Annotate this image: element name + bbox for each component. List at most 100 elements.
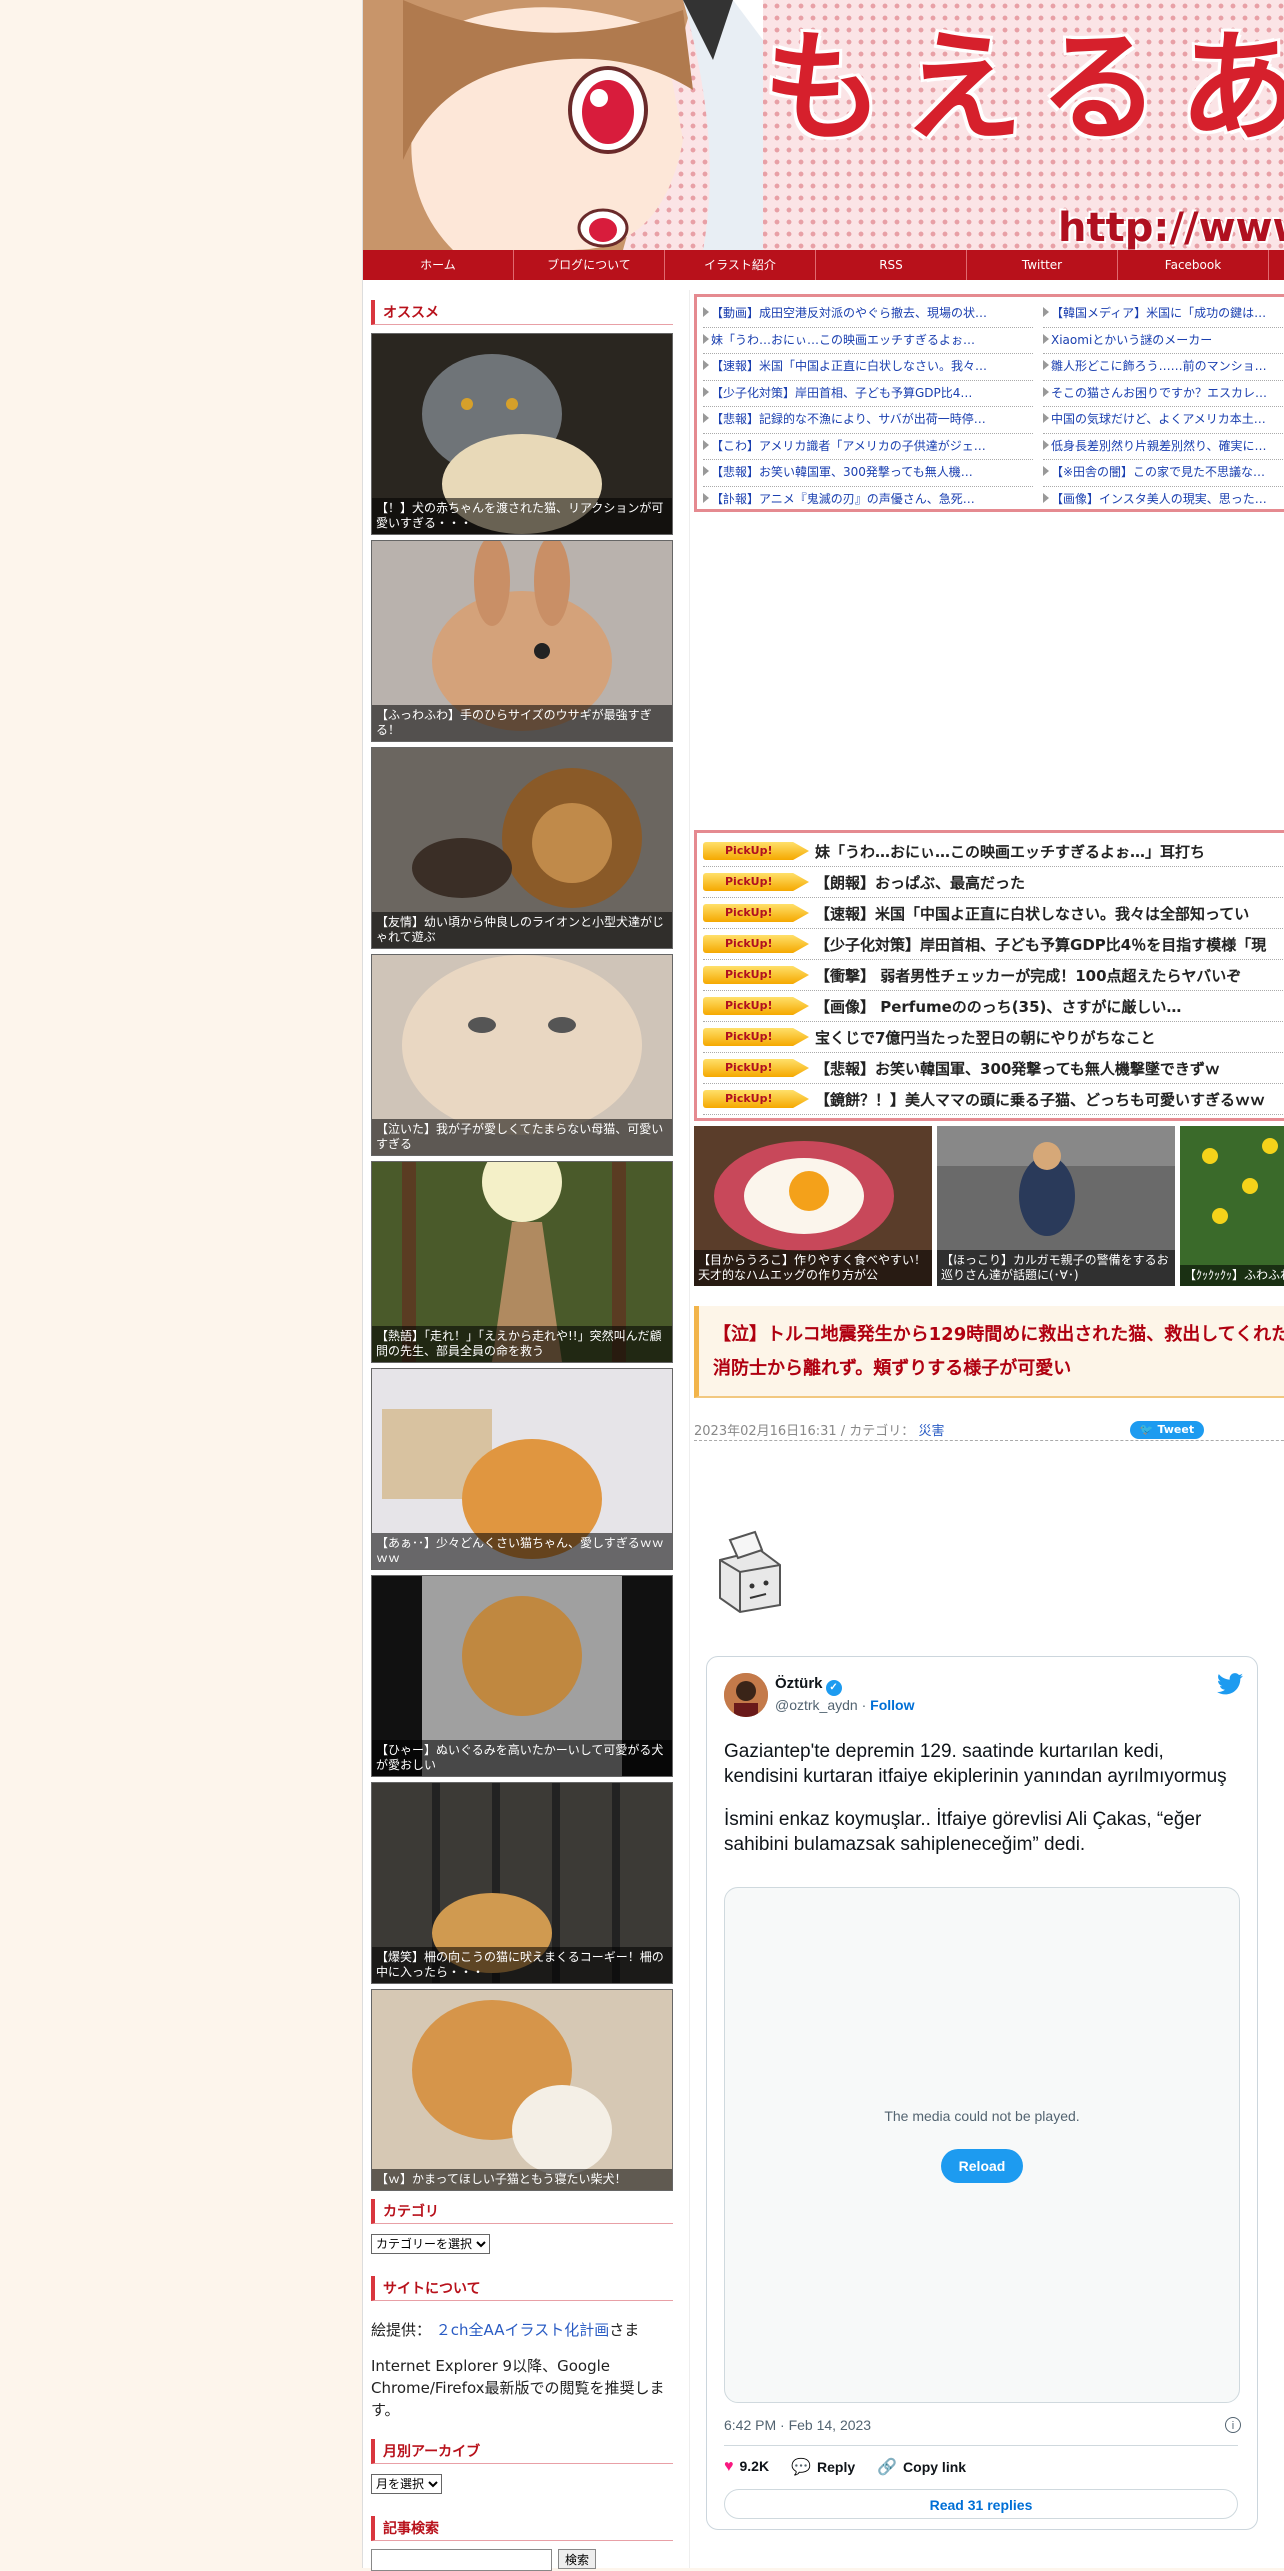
thumbnail-card[interactable]: 【ｸｯｸｯｸｯ】ふわふわの疾走が想像以上に bbox=[1180, 1126, 1284, 1286]
nav-illustrations[interactable]: イラスト紹介 bbox=[665, 250, 816, 280]
nav-facebook[interactable]: Facebook bbox=[1118, 250, 1269, 280]
pickup-badge: PickUp! bbox=[703, 1028, 809, 1046]
pickup-badge: PickUp! bbox=[703, 1090, 809, 1108]
heart-icon: ♥ bbox=[724, 2458, 734, 2475]
divider bbox=[724, 2445, 1238, 2446]
rss-link[interactable]: 【画像】インスタ美人の現実、思った… bbox=[1043, 487, 1284, 510]
pickup-row[interactable]: PickUp! 【速報】米国「中国よ正直に白状しなさい。我々は全部知ってい bbox=[703, 898, 1284, 929]
pickup-link-text: 宝くじで7億円当たった翌日の朝にやりがちなこと bbox=[815, 1028, 1156, 1047]
recommend-caption: 【あぁ･･】少々どんくさい猫ちゃん、愛しすぎるｗｗｗｗ bbox=[372, 1533, 672, 1569]
nav-rss[interactable]: RSS bbox=[816, 250, 967, 280]
copy-link-label: Copy link bbox=[903, 2459, 967, 2475]
pickup-row[interactable]: PickUp! 【鏡餅？！】美人ママの頭に乗る子猫、どっちも可愛いすぎるｗｗ bbox=[703, 1084, 1284, 1115]
copy-link-button[interactable]: 🔗 Copy link bbox=[877, 2457, 966, 2477]
recommend-item[interactable]: 【あぁ･･】少々どんくさい猫ちゃん、愛しすぎるｗｗｗｗ bbox=[371, 1368, 673, 1570]
rss-link[interactable]: 妹「うわ…おにぃ…この映画エッチすぎるよぉ… bbox=[703, 328, 1033, 354]
rss-link[interactable]: 【訃報】アニメ『鬼滅の刃』の声優さん、急死… bbox=[703, 487, 1033, 510]
recommend-item[interactable]: 【爆笑】柵の向こうの猫に吠えまくるコーギー！柵の中に入ったら・・・ bbox=[371, 1782, 673, 1984]
recommend-caption: 【ひゃー】ぬいぐるみを高いたかーいして可愛がる犬が愛おしい bbox=[372, 1740, 672, 1776]
credit-suffix: さま bbox=[609, 2321, 640, 2339]
tweet-media-player: The media could not be played. Reload bbox=[724, 1887, 1240, 2403]
site-header-banner[interactable]: もえるあ http://www. bbox=[363, 0, 1284, 250]
avatar[interactable] bbox=[724, 1673, 768, 1717]
nav-about-blog[interactable]: ブログについて bbox=[514, 250, 665, 280]
pickup-row[interactable]: PickUp! 【画像】 Perfumeののっち(35)、さすがに厳しい… bbox=[703, 991, 1284, 1022]
reload-button[interactable]: Reload bbox=[941, 2149, 1023, 2183]
sidebar: オススメ 【！】犬の赤ちゃんを渡された猫、リアクションが可愛いすぎる・・・ 【ふ… bbox=[371, 300, 673, 2571]
recommend-caption: 【熱語】「走れ！」「ええから走れや!!」突然叫んだ顧問の先生、部員全員の命を救う bbox=[372, 1326, 672, 1362]
media-error-message: The media could not be played. bbox=[884, 2108, 1080, 2124]
recommend-item[interactable]: 【ひゃー】ぬいぐるみを高いたかーいして可愛がる犬が愛おしい bbox=[371, 1575, 673, 1777]
pickup-row[interactable]: PickUp! 【少子化対策】岸田首相、子ども予算GDP比4％を目指す模様「現 bbox=[703, 929, 1284, 960]
about-credit: 絵提供： ２ch全AAイラスト化計画さま bbox=[371, 2319, 673, 2341]
rss-link[interactable]: 【こわ】アメリカ識者「アメリカの子供達がジェ… bbox=[703, 434, 1033, 460]
archive-select[interactable]: 月を選択 bbox=[371, 2474, 442, 2494]
tweet-actions: ♥ 9.2K 💬 Reply 🔗 Copy link bbox=[724, 2457, 966, 2477]
pickup-row[interactable]: PickUp! 【悲報】お笑い韓国軍、300発撃っても無人機撃墜できずｗ bbox=[703, 1053, 1284, 1084]
recommend-item[interactable]: 【熱語】「走れ！」「ええから走れや!!」突然叫んだ顧問の先生、部員全員の命を救う bbox=[371, 1161, 673, 1363]
rss-link[interactable]: 【悲報】記録的な不漁により、サバが出荷一時停… bbox=[703, 407, 1033, 434]
recommend-item[interactable]: 【友情】幼い頃から仲良しのライオンと小型犬達がじゃれて遊ぶ bbox=[371, 747, 673, 949]
rss-link[interactable]: 【動画】成田空港反対派のやぐら撤去、現場の状… bbox=[703, 301, 1033, 328]
thumbnail-caption: 【目からうろこ】作りやすく食べやすい！天才的なハムエッグの作り方が公 bbox=[694, 1250, 932, 1286]
follow-link[interactable]: Follow bbox=[870, 1697, 914, 1713]
pickup-link-text: 【衝撃】 弱者男性チェッカーが完成！100点超えたらヤバいぞ bbox=[815, 966, 1242, 985]
rss-link-box: 【動画】成田空港反対派のやぐら撤去、現場の状… 【韓国メディア】米国に「成功の鍵は… bbox=[694, 294, 1284, 512]
pickup-link-text: 【鏡餅？！】美人ママの頭に乗る子猫、どっちも可愛いすぎるｗｗ bbox=[815, 1090, 1266, 1109]
read-replies-button[interactable]: Read 31 replies bbox=[724, 2489, 1238, 2519]
tweet-paragraph: İsmini enkaz koymuşlar.. İtfaiye görevli… bbox=[724, 1809, 1202, 1855]
author-name-text: Öztürk bbox=[775, 1675, 823, 1692]
credit-prefix: 絵提供： bbox=[371, 2321, 432, 2339]
about-heading: サイトについて bbox=[371, 2276, 673, 2301]
search-button[interactable]: 検索 bbox=[558, 2549, 597, 2569]
tweet-text: Gaziantep'te depremin 129. saatinde kurt… bbox=[724, 1739, 1234, 1875]
tweet-timestamp[interactable]: 6:42 PM · Feb 14, 2023 bbox=[724, 2417, 871, 2433]
article-date: 2023年02月16日16:31 bbox=[694, 1424, 837, 1439]
rss-link[interactable]: そこの猫さんお困りですか？エスカレ… bbox=[1043, 381, 1284, 407]
recommend-item[interactable]: 【！】犬の赤ちゃんを渡された猫、リアクションが可愛いすぎる・・・ bbox=[371, 333, 673, 535]
rss-link[interactable]: 【悲報】お笑い韓国軍、300発撃っても無人機… bbox=[703, 460, 1033, 487]
about-browser-note: Internet Explorer 9以降、Google Chrome/Fire… bbox=[371, 2357, 665, 2419]
like-button[interactable]: ♥ 9.2K bbox=[724, 2458, 769, 2476]
pickup-row[interactable]: PickUp! 【朗報】おっぱぶ、最高だった bbox=[703, 867, 1284, 898]
anime-girl-illustration bbox=[363, 0, 763, 250]
thumbnail-card[interactable]: 【ほっこり】カルガモ親子の警備をするお巡りさん達が話題に(･∀･) bbox=[937, 1126, 1175, 1286]
thumbnail-card[interactable]: 【目からうろこ】作りやすく食べやすい！天才的なハムエッグの作り方が公 bbox=[694, 1126, 932, 1286]
rss-link[interactable]: 低身長差別然り片親差別然り、確実に… bbox=[1043, 434, 1284, 460]
reply-button[interactable]: 💬 Reply bbox=[791, 2457, 855, 2477]
rss-link[interactable]: 【韓国メディア】米国に「成功の鍵は… bbox=[1043, 301, 1284, 328]
archive-heading: 月別アーカイブ bbox=[371, 2439, 673, 2464]
verified-badge-icon: ✓ bbox=[825, 1680, 842, 1696]
thumbnail-row: 【目からうろこ】作りやすく食べやすい！天才的なハムエッグの作り方が公 【ほっこり… bbox=[694, 1126, 1284, 1286]
rss-link[interactable]: 【少子化対策】岸田首相、子ども予算GDP比4… bbox=[703, 381, 1033, 407]
rss-link[interactable]: Xiaomiとかいう謎のメーカー bbox=[1043, 328, 1284, 354]
pickup-row[interactable]: PickUp! 妹「うわ…おにぃ…この映画エッチすぎるよぉ…」耳打ち bbox=[703, 836, 1284, 867]
rss-link[interactable]: 【速報】米国「中国よ正直に白状しなさい。我々… bbox=[703, 354, 1033, 381]
category-select[interactable]: カテゴリーを選択 bbox=[371, 2234, 490, 2254]
nav-twitter[interactable]: Twitter bbox=[967, 250, 1118, 280]
rss-link[interactable]: 雛人形どこに飾ろう……前のマンショ… bbox=[1043, 354, 1284, 381]
ascii-art-box-character-icon bbox=[700, 1520, 800, 1620]
recommend-caption: 【泣いた】我が子が愛しくてたまらない母猫、可愛いすぎる bbox=[372, 1119, 672, 1155]
credit-link[interactable]: ２ch全AAイラスト化計画 bbox=[436, 2321, 609, 2339]
pickup-row[interactable]: PickUp! 【衝撃】 弱者男性チェッカーが完成！100点超えたらヤバいぞ bbox=[703, 960, 1284, 991]
site-title: もえるあ bbox=[763, 19, 1284, 158]
tweet-share-button[interactable]: 🐦 Tweet bbox=[1130, 1421, 1204, 1439]
tweet-author-name[interactable]: Öztürk ✓ bbox=[775, 1675, 842, 1696]
rss-link[interactable]: 【※田舎の闇】この家で見た不思議な… bbox=[1043, 460, 1284, 487]
recommend-item[interactable]: 【ふっわふわ】手のひらサイズのウサギが最強すぎる！ bbox=[371, 540, 673, 742]
pickup-row[interactable]: PickUp! 宝くじで7億円当たった翌日の朝にやりがちなこと bbox=[703, 1022, 1284, 1053]
article-title[interactable]: 【泣】トルコ地震発生から129時間めに救出された猫、救出してくれた消防士から離れ… bbox=[694, 1306, 1284, 1398]
recommend-item[interactable]: 【泣いた】我が子が愛しくてたまらない母猫、可愛いすぎる bbox=[371, 954, 673, 1156]
reply-label: Reply bbox=[817, 2459, 856, 2475]
twitter-bird-icon[interactable] bbox=[1217, 1673, 1243, 1695]
info-icon[interactable]: i bbox=[1225, 2417, 1241, 2433]
tweet-handle-row: @oztrk_aydn · Follow bbox=[775, 1697, 915, 1713]
article-category-link[interactable]: 災害 bbox=[918, 1424, 944, 1439]
rss-link[interactable]: 中国の気球だけど、よくアメリカ本土… bbox=[1043, 407, 1284, 434]
tweet-handle[interactable]: @oztrk_aydn bbox=[775, 1697, 858, 1713]
pickup-link-text: 【少子化対策】岸田首相、子ども予算GDP比4％を目指す模様「現 bbox=[815, 935, 1267, 954]
recommend-item[interactable]: 【ｗ】かまってほしい子猫ともう寝たい柴犬！ bbox=[371, 1989, 673, 2191]
recommend-heading: オススメ bbox=[371, 300, 673, 325]
nav-home[interactable]: ホーム bbox=[363, 250, 514, 280]
